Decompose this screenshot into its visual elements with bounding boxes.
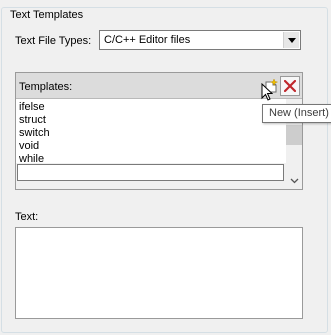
scrollbar-thumb[interactable] <box>286 125 302 145</box>
text-file-types-label: Text File Types: <box>15 35 92 47</box>
dropdown-arrow-icon[interactable] <box>283 32 299 48</box>
scroll-down-icon[interactable] <box>286 173 302 189</box>
group-title: Text Templates <box>8 8 86 22</box>
list-item[interactable]: ifelse <box>19 101 45 114</box>
template-name-input[interactable] <box>17 164 284 181</box>
templates-list[interactable]: ifelse struct switch void while <box>16 99 286 163</box>
red-x-delete-icon <box>284 80 296 92</box>
template-text-area[interactable] <box>15 227 303 319</box>
mouse-pointer-icon <box>261 83 273 101</box>
templates-label: Templates: <box>19 81 73 93</box>
tooltip: New (Insert) <box>262 104 331 123</box>
list-item[interactable]: void <box>19 140 39 153</box>
delete-template-button[interactable] <box>280 76 300 96</box>
list-item[interactable]: switch <box>19 127 50 140</box>
templates-panel: Templates: ifelse struct switch void whi… <box>15 72 303 190</box>
text-label: Text: <box>15 211 39 223</box>
templates-header: Templates: <box>16 73 302 99</box>
text-file-types-value: C/C++ Editor files <box>104 34 191 46</box>
list-item[interactable]: struct <box>19 114 46 127</box>
text-file-types-dropdown[interactable]: C/C++ Editor files <box>99 30 301 50</box>
list-item[interactable]: while <box>19 153 44 163</box>
